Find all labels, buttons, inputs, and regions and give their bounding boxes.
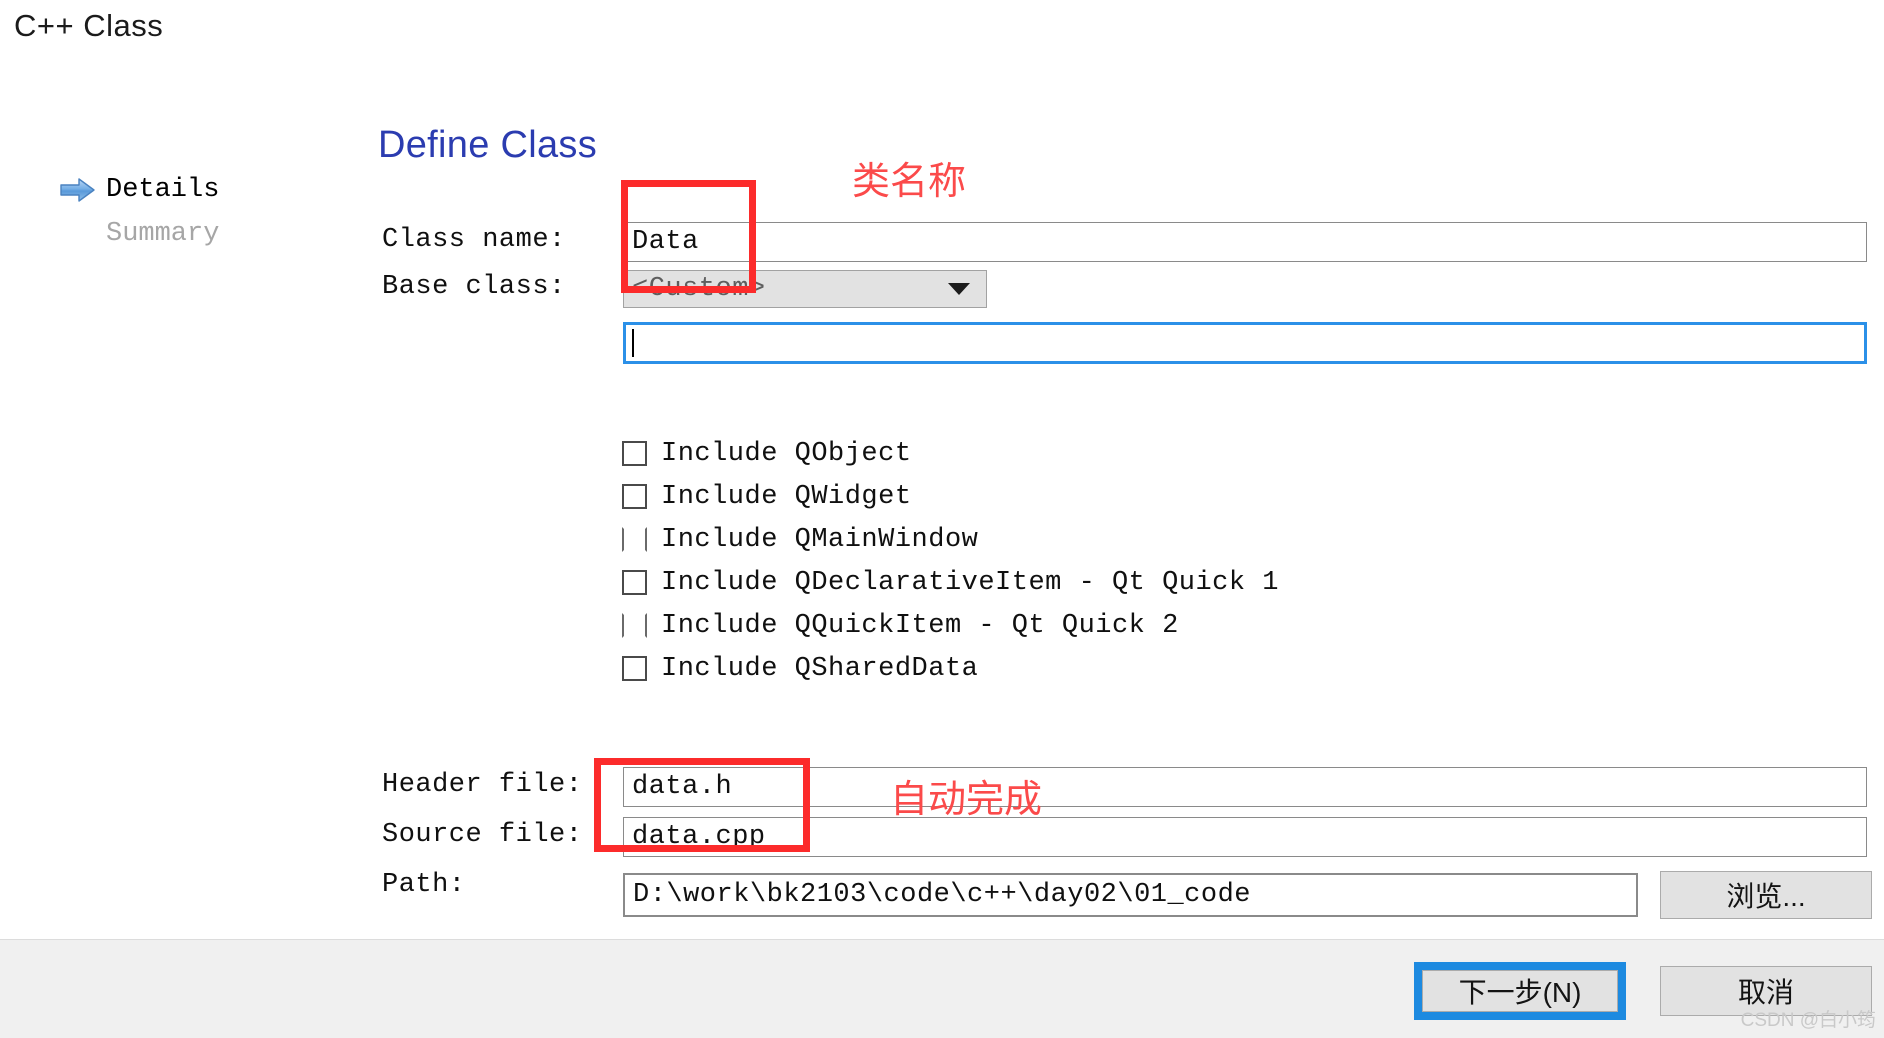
sidebar-item-label: Summary — [106, 219, 220, 249]
sidebar-item-label: Details — [106, 175, 220, 205]
wizard-step-list: Details Summary — [60, 168, 320, 256]
custom-base-class-input[interactable] — [623, 322, 1867, 364]
class-name-label: Class name: — [382, 225, 566, 255]
checkbox-row-qshareddata[interactable]: Include QSharedData — [622, 647, 1279, 690]
checkbox-qwidget[interactable] — [622, 484, 647, 509]
path-input[interactable]: D:\work\bk2103\code\c++\day02\01_code — [623, 873, 1638, 917]
class-name-input[interactable]: Data — [623, 222, 1867, 262]
checkbox-row-qquickitem: Include QQuickItem - Qt Quick 2 — [622, 604, 1279, 647]
checkbox-row-qdeclarativeitem[interactable]: Include QDeclarativeItem - Qt Quick 1 — [622, 561, 1279, 604]
checkbox-qdeclarativeitem[interactable] — [622, 570, 647, 595]
checkbox-qmainwindow — [622, 527, 647, 552]
window-title: C++ Class — [14, 8, 164, 43]
source-file-label: Source file: — [382, 820, 583, 850]
checkbox-label: Include QDeclarativeItem - Qt Quick 1 — [661, 567, 1279, 598]
header-file-label: Header file: — [382, 770, 583, 800]
text-caret — [632, 329, 634, 357]
header-file-input[interactable]: data.h — [623, 767, 1867, 807]
watermark: CSDN @白小筠 — [1740, 1010, 1876, 1031]
checkbox-label: Include QWidget — [661, 481, 912, 512]
checkbox-label: Include QObject — [661, 438, 912, 469]
checkbox-qquickitem — [622, 613, 647, 638]
checkbox-qshareddata[interactable] — [622, 656, 647, 681]
checkbox-qobject[interactable] — [622, 441, 647, 466]
include-options-group: Include QObject Include QWidget Include … — [622, 432, 1279, 690]
sidebar-item-summary[interactable]: Summary — [60, 212, 320, 256]
checkbox-row-qmainwindow: Include QMainWindow — [622, 518, 1279, 561]
right-arrow-icon — [60, 178, 95, 202]
source-file-input[interactable]: data.cpp — [623, 817, 1867, 857]
checkbox-label: Include QSharedData — [661, 653, 979, 684]
base-class-combobox[interactable]: <Custom> — [623, 270, 987, 308]
path-label: Path: — [382, 870, 466, 900]
base-class-label: Base class: — [382, 272, 566, 302]
browse-button[interactable]: 浏览... — [1660, 871, 1872, 919]
auto-complete-annotation-text: 自动完成 — [890, 779, 1043, 821]
sidebar-item-details[interactable]: Details — [60, 168, 320, 212]
next-button[interactable]: 下一步(N) — [1422, 970, 1618, 1012]
checkbox-row-qobject[interactable]: Include QObject — [622, 432, 1279, 475]
checkbox-label: Include QQuickItem - Qt Quick 2 — [661, 610, 1179, 641]
checkbox-label: Include QMainWindow — [661, 524, 979, 555]
class-name-annotation-text: 类名称 — [852, 161, 967, 203]
chevron-down-icon — [948, 283, 970, 295]
checkbox-row-qwidget[interactable]: Include QWidget — [622, 475, 1279, 518]
page-title: Define Class — [378, 124, 598, 166]
base-class-value: <Custom> — [632, 274, 766, 304]
next-button-focus-ring: 下一步(N) — [1414, 962, 1626, 1020]
